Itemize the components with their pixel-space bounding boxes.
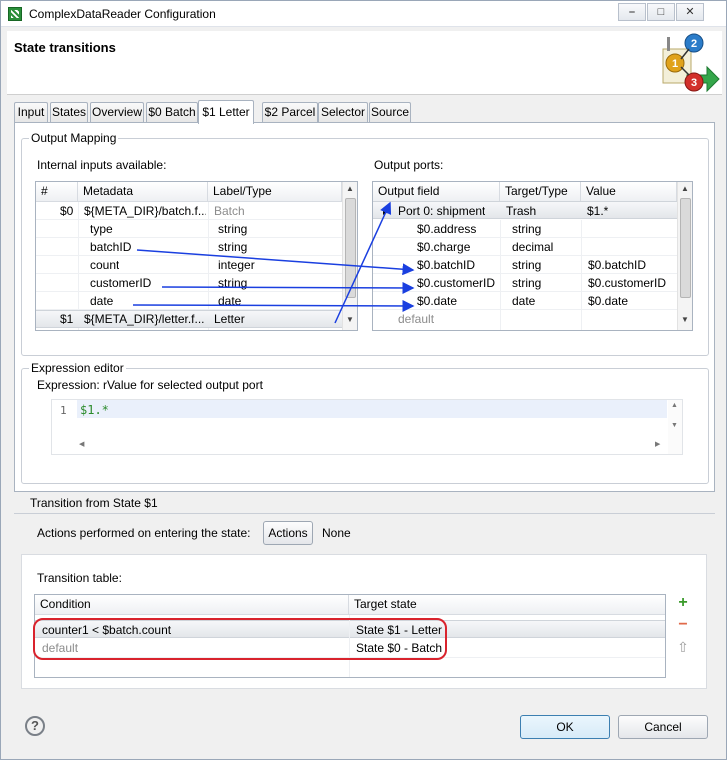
tab-batch[interactable]: $0 Batch xyxy=(146,102,198,123)
arrow-letter-to-port xyxy=(334,201,392,324)
tab-overview[interactable]: Overview xyxy=(90,102,144,123)
column-header-target-state[interactable]: Target state xyxy=(349,595,665,615)
expression-label: Expression: rValue for selected output p… xyxy=(37,378,263,392)
mapping-arrows xyxy=(132,201,415,324)
editor-vscrollbar[interactable]: ▲ ▼ xyxy=(668,400,682,454)
actions-value: None xyxy=(322,526,351,540)
state-transitions-icon: 1 2 3 xyxy=(662,33,720,93)
page-title: State transitions xyxy=(14,40,116,55)
cancel-button[interactable]: Cancel xyxy=(618,715,708,739)
move-up-icon[interactable]: ⇧ xyxy=(675,639,691,655)
tab-letter[interactable]: $1 Letter xyxy=(198,100,254,124)
title-bar: ComplexDataReader Configuration ⎯ □ ✕ xyxy=(1,1,726,27)
close-button[interactable]: ✕ xyxy=(676,3,704,21)
expression-code-editor[interactable]: 1 $1.* ▲ ▼ ◀ ▶ xyxy=(51,399,683,455)
arrow-date xyxy=(132,299,415,312)
actions-button[interactable]: Actions xyxy=(263,521,313,545)
badge-3: 3 xyxy=(691,77,697,89)
badge-1: 1 xyxy=(672,58,678,70)
editor-hscrollbar[interactable]: ◀ ▶ xyxy=(77,438,667,453)
add-row-icon[interactable]: + xyxy=(675,595,691,611)
line-number: 1 xyxy=(60,404,67,417)
expression-editor-label: Expression editor xyxy=(29,361,126,375)
tab-parcel[interactable]: $2 Parcel xyxy=(262,102,318,123)
expression-code[interactable]: $1.* xyxy=(80,403,109,417)
transition-group-label: Transition from State $1 xyxy=(30,496,158,510)
minimize-button[interactable]: ⎯ xyxy=(618,3,646,21)
help-icon[interactable]: ? xyxy=(25,716,45,736)
arrow-customerid xyxy=(161,281,415,294)
dialog-window: ComplexDataReader Configuration ⎯ □ ✕ St… xyxy=(0,0,727,760)
ok-button[interactable]: OK xyxy=(520,715,610,739)
app-icon xyxy=(8,7,22,21)
tab-source[interactable]: Source xyxy=(369,102,411,123)
badge-2: 2 xyxy=(691,38,697,50)
actions-label: Actions performed on entering the state: xyxy=(37,526,251,540)
tab-states[interactable]: States xyxy=(50,102,88,123)
arrow-batchid xyxy=(136,249,415,276)
column-header-condition[interactable]: Condition xyxy=(35,595,349,615)
tab-selector[interactable]: Selector xyxy=(318,102,368,123)
transition-table-label: Transition table: xyxy=(37,571,122,585)
highlight-annotation xyxy=(33,618,447,660)
dialog-header: State transitions 1 2 3 xyxy=(7,31,722,95)
tab-content: Output Mapping Internal inputs available… xyxy=(14,122,715,492)
remove-row-icon[interactable]: − xyxy=(675,617,691,633)
window-title: ComplexDataReader Configuration xyxy=(29,7,216,21)
maximize-button[interactable]: □ xyxy=(647,3,675,21)
tab-input[interactable]: Input xyxy=(14,102,48,123)
